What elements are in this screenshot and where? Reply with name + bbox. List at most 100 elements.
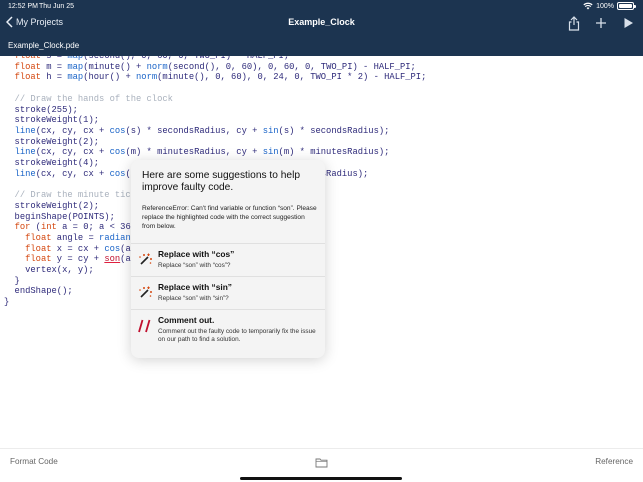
code-token: stroke(255); — [4, 104, 78, 115]
file-tab[interactable]: Example_Clock.pde — [8, 41, 79, 50]
play-icon — [624, 18, 633, 28]
code-token: (s) * secondsRadius); — [278, 125, 390, 136]
code-token: ( — [30, 222, 41, 233]
code-token: } — [4, 275, 20, 286]
code-token: (second(), 0, 60), 0, 60, 0, TWO_PI) - H… — [167, 61, 416, 72]
top-bar: 12:52 PM Thu Jun 25 100% My Projects Exa… — [0, 0, 643, 56]
bottom-toolbar: Format Code Reference — [0, 448, 643, 482]
code-line[interactable]: line(cx, cy, cx + cos(m) * minutesRadius… — [4, 147, 426, 158]
code-token: x = cx + — [51, 243, 105, 254]
suggestion-replace-cos[interactable]: Replace with “cos” Replace “son” with “c… — [131, 243, 325, 276]
status-time: 12:52 PM — [8, 3, 38, 10]
suggestion-comment-out[interactable]: Comment out. Comment out the faulty code… — [131, 309, 325, 358]
option-subtitle: Comment out the faulty code to temporari… — [158, 328, 316, 343]
code-token: strokeWeight(2); — [4, 136, 100, 147]
code-token: int — [40, 222, 57, 233]
code-token: sin — [262, 125, 279, 136]
share-button[interactable] — [567, 15, 581, 31]
code-token: m = — [40, 61, 68, 72]
code-token: s = — [40, 56, 68, 61]
code-token: map — [67, 61, 84, 72]
code-token: norm — [136, 72, 158, 83]
code-token: y = cy + — [51, 254, 105, 265]
code-line[interactable]: float m = map(minute() + norm(second(), … — [4, 62, 426, 73]
code-token: // Draw the hands of the clock — [4, 93, 173, 104]
code-token: (m) * minutesRadius); — [278, 147, 390, 158]
code-token: line — [14, 125, 36, 136]
code-token: float — [14, 61, 41, 72]
status-date: Thu Jun 25 — [39, 3, 75, 10]
code-line[interactable]: // Draw the hands of the clock — [4, 94, 426, 105]
status-right: 100% — [583, 2, 636, 10]
code-token: float — [25, 254, 52, 265]
comment-slashes-icon — [138, 319, 151, 333]
battery-icon — [617, 2, 636, 10]
suggestion-replace-sin[interactable]: Replace with “sin” Replace “son” with “s… — [131, 276, 325, 309]
code-token: strokeWeight(4); — [4, 158, 100, 169]
code-token: strokeWeight(2); — [4, 200, 100, 211]
code-line[interactable]: stroke(255); — [4, 105, 426, 116]
code-token: cos — [109, 168, 126, 179]
code-token: endShape(); — [4, 286, 73, 297]
plus-icon — [596, 18, 606, 28]
code-token: float — [14, 56, 41, 61]
magic-wand-icon — [139, 253, 152, 265]
popover-description: ReferenceError: Can't find variable or f… — [142, 205, 317, 230]
suggestions-popover: Here are some suggestions to help improv… — [131, 160, 325, 358]
code-token: h = — [40, 72, 68, 83]
code-line[interactable] — [4, 83, 426, 94]
code-token: float — [14, 72, 41, 83]
code-token: (s) * secondsRadius, cy + — [125, 125, 263, 136]
code-token: vertex(x, y); — [4, 265, 94, 276]
option-title: Comment out. — [158, 315, 215, 325]
code-token: // Draw the minute ticks — [4, 190, 142, 201]
nav-actions — [567, 15, 635, 31]
code-token: sin — [262, 147, 279, 158]
magic-wand-icon — [139, 286, 152, 298]
code-token: (cx, cy, cx + — [35, 168, 110, 179]
reference-button[interactable]: Reference — [595, 457, 633, 466]
code-line[interactable]: line(cx, cy, cx + cos(s) * secondsRadius… — [4, 126, 426, 137]
code-token: for — [14, 222, 31, 233]
code-token: cos — [104, 243, 121, 254]
add-button[interactable] — [594, 15, 608, 31]
option-subtitle: Replace “son” with “sin”? — [158, 295, 229, 302]
home-indicator[interactable] — [240, 477, 402, 480]
code-token: cos — [109, 125, 126, 136]
popover-title: Here are some suggestions to help improv… — [142, 170, 300, 193]
code-token: } — [4, 297, 10, 308]
code-token: beginShape(POINTS); — [4, 211, 115, 222]
navigation-bar: My Projects Example_Clock — [0, 13, 643, 35]
code-token: angle = — [51, 232, 100, 243]
page-title: Example_Clock — [288, 17, 355, 27]
format-code-button[interactable]: Format Code — [10, 457, 58, 466]
code-line[interactable]: strokeWeight(1); — [4, 115, 426, 126]
run-button[interactable] — [621, 15, 635, 31]
code-line[interactable]: float h = map(hour() + norm(minute(), 0,… — [4, 72, 427, 83]
code-line[interactable]: strokeWeight(2); — [4, 137, 426, 148]
wifi-icon — [583, 2, 593, 10]
code-token: float — [25, 243, 52, 254]
files-button[interactable] — [315, 455, 328, 473]
code-token: float — [25, 232, 52, 243]
code-token: (second(), 0, 60, 0, TWO_PI) - HALF_PI; — [83, 56, 290, 61]
code-token: (minute(), 0, 60), 0, 24, 0, TWO_PI * 2)… — [157, 72, 427, 83]
code-token: map — [67, 72, 84, 83]
battery-percent: 100% — [596, 2, 614, 10]
code-token: map — [67, 56, 84, 61]
error-token: son — [104, 254, 121, 265]
code-token: cos — [109, 147, 126, 158]
share-icon — [568, 15, 580, 31]
code-token: (cx, cy, cx + — [35, 147, 110, 158]
option-title: Replace with “cos” — [158, 249, 235, 259]
